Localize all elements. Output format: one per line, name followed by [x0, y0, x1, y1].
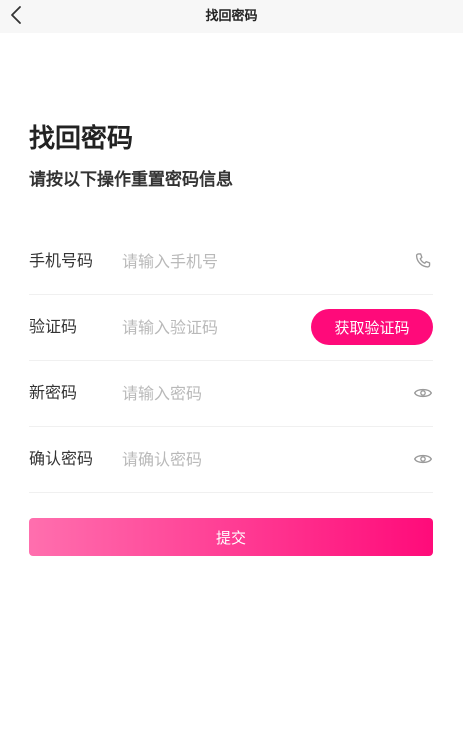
phone-label: 手机号码 — [29, 251, 94, 270]
phone-row: 手机号码 — [29, 228, 433, 295]
phone-input[interactable] — [122, 248, 322, 274]
new-password-row: 新密码 — [29, 360, 433, 427]
page-subtitle: 请按以下操作重置密码信息 — [29, 170, 233, 190]
page-title: 找回密码 — [29, 124, 134, 154]
confirm-password-input[interactable] — [122, 446, 322, 472]
code-input[interactable] — [122, 314, 322, 340]
confirm-password-row: 确认密码 — [29, 426, 433, 493]
new-password-label: 新密码 — [29, 383, 78, 402]
submit-button[interactable]: 提交 — [29, 518, 433, 556]
phone-icon — [415, 253, 431, 268]
code-label: 验证码 — [29, 317, 78, 336]
eye-icon[interactable] — [413, 383, 433, 403]
new-password-input[interactable] — [122, 380, 322, 406]
code-row: 验证码 获取验证码 — [29, 294, 433, 361]
get-code-button[interactable]: 获取验证码 — [311, 309, 433, 345]
eye-icon[interactable] — [413, 449, 433, 469]
navbar: 找回密码 — [0, 0, 463, 33]
navbar-title: 找回密码 — [205, 9, 258, 24]
confirm-password-label: 确认密码 — [29, 449, 94, 468]
